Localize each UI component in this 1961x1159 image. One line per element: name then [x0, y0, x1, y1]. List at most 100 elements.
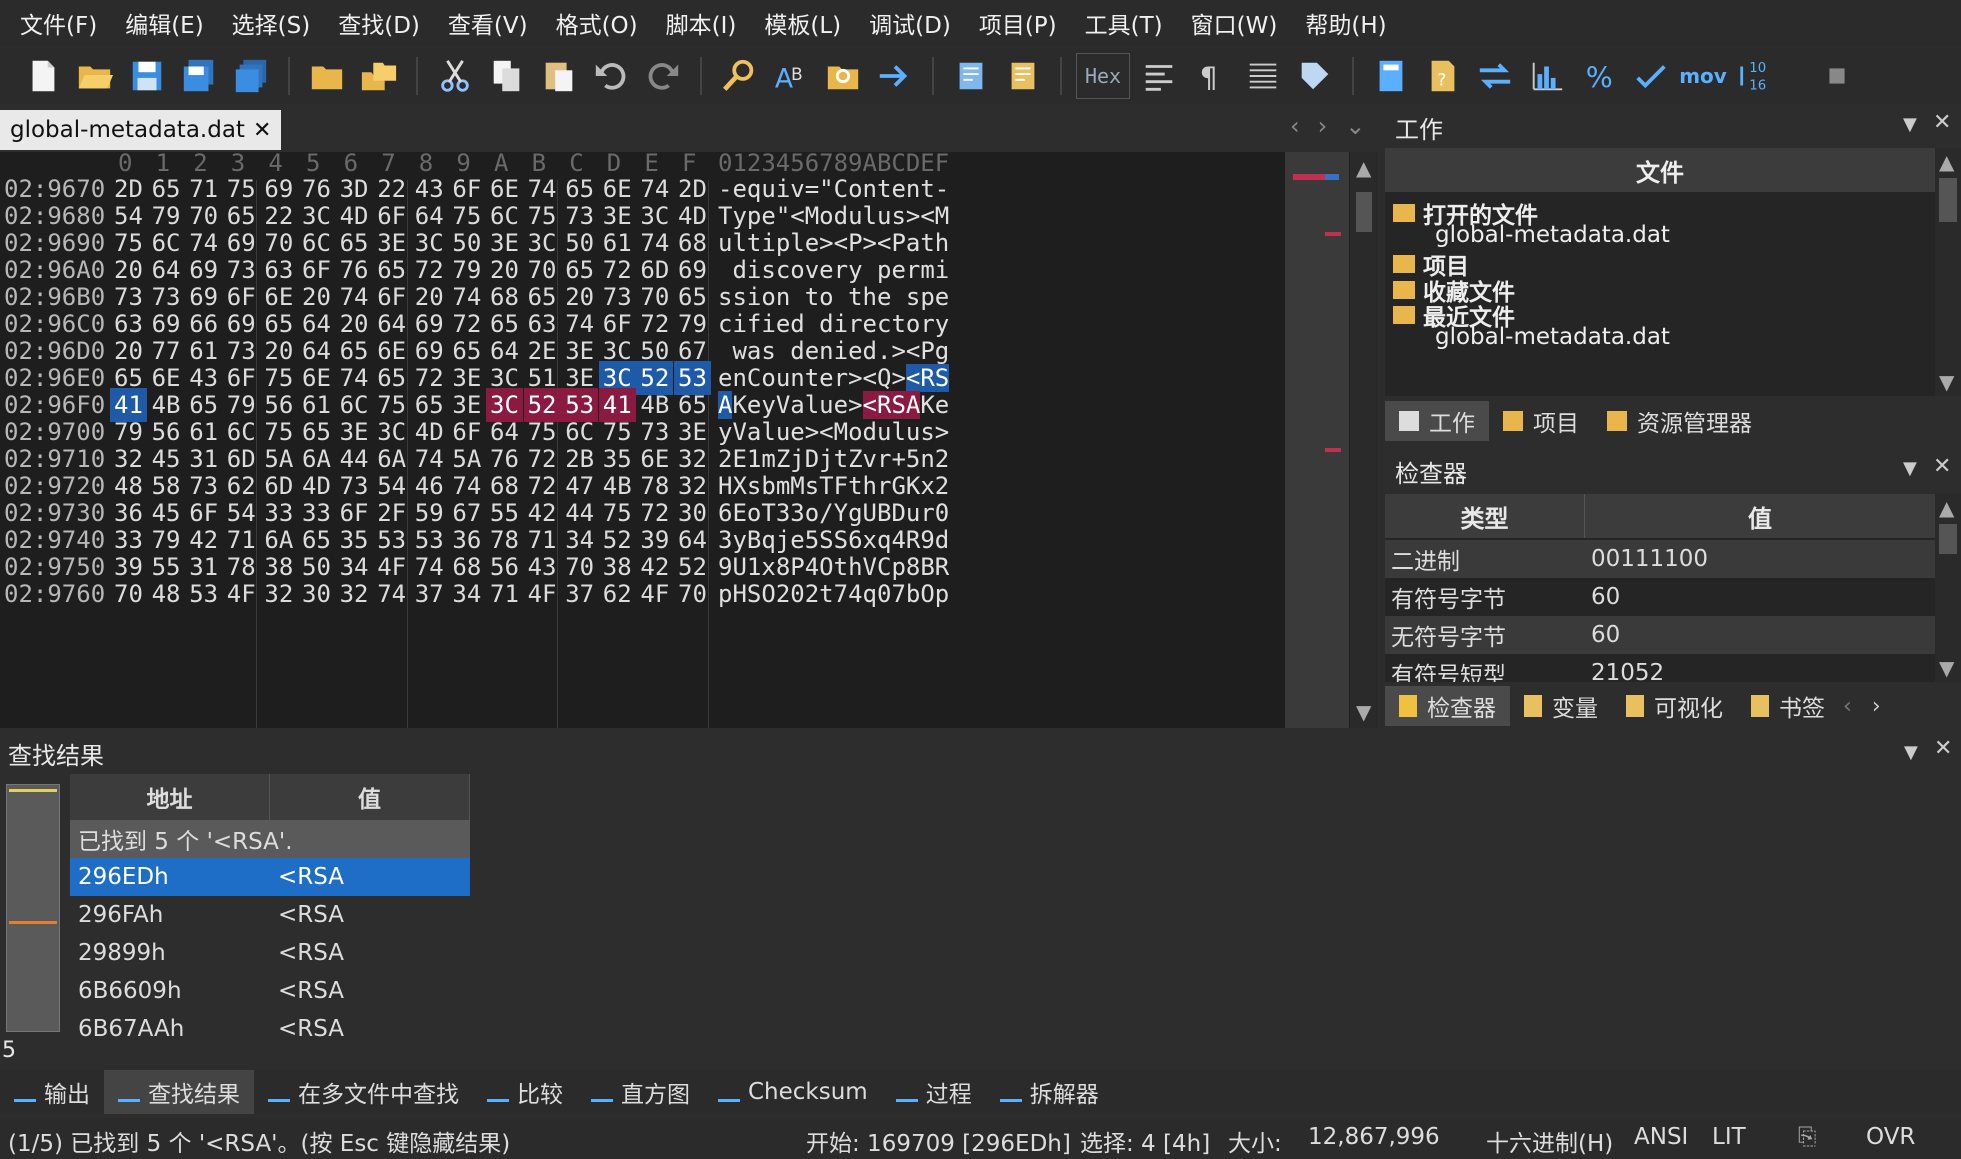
bottom-tab[interactable]: 过程	[882, 1070, 986, 1114]
hex-byte[interactable]: 70	[110, 577, 147, 611]
inspector-tab[interactable]: 检查器	[1385, 686, 1510, 726]
file-panel-scrollbar[interactable]: ▲ ▼	[1935, 148, 1961, 396]
find-close-icon[interactable]: ✕	[1934, 736, 1952, 761]
copy-icon[interactable]	[484, 53, 530, 99]
document-tab[interactable]: global-metadata.dat ✕	[0, 110, 282, 150]
highlight-icon[interactable]	[1292, 53, 1338, 99]
bottom-tab[interactable]: 比较	[473, 1070, 577, 1114]
save-all-icon[interactable]	[228, 53, 274, 99]
open-folder-icon[interactable]	[72, 53, 118, 99]
replace-icon[interactable]: AB	[768, 53, 814, 99]
menu-item[interactable]: 窗口(W)	[1177, 6, 1292, 40]
find-result-row[interactable]: 296FAh <RSA	[70, 896, 470, 934]
inspector-row[interactable]: 无符号字节 60	[1385, 616, 1935, 654]
undo-icon[interactable]	[588, 53, 634, 99]
inspector-scrollbar[interactable]: ▲ ▼	[1935, 494, 1961, 682]
bottom-tab[interactable]: 拆解器	[986, 1070, 1113, 1114]
panel-close-icon[interactable]: ✕	[1933, 110, 1951, 135]
status-mode[interactable]: 十六进制(H)	[1486, 1124, 1613, 1158]
save-icon[interactable]	[124, 53, 170, 99]
goto-arrow-icon[interactable]	[872, 53, 918, 99]
hex-byte[interactable]: 32	[336, 577, 373, 611]
hex-row-ascii[interactable]: pHSO202t74q07bOp	[718, 577, 949, 611]
cut-icon[interactable]	[432, 53, 478, 99]
tab-prev-icon[interactable]: ‹	[1290, 112, 1300, 140]
base-convert-icon[interactable]: 10 16	[1732, 53, 1778, 99]
hex-editor[interactable]: 0 1 2 3 4 5 6 7 8 9 A B C D E F 0123456789ABCDEF 02:9670 2…	[0, 149, 1350, 728]
find-in-files-icon[interactable]	[820, 53, 866, 99]
menu-item[interactable]: 文件(F)	[6, 6, 111, 40]
file-tree-item[interactable]: global-metadata.dat	[1435, 324, 1670, 350]
compare-icon[interactable]: ?	[1420, 53, 1466, 99]
redo-icon[interactable]	[640, 53, 686, 99]
inspector-tab[interactable]: 书签	[1737, 686, 1839, 726]
inspector-row[interactable]: 有符号短型 21052	[1385, 654, 1935, 682]
close-tab-icon[interactable]: ✕	[253, 118, 271, 143]
bottom-tab[interactable]: 输出	[0, 1070, 104, 1114]
pilcrow-icon[interactable]: ¶	[1188, 53, 1234, 99]
hex-mode-button[interactable]: Hex	[1076, 53, 1130, 99]
menu-item[interactable]: 编辑(E)	[111, 6, 217, 40]
inspector-close-icon[interactable]: ✕	[1933, 454, 1951, 479]
save-as-icon[interactable]	[176, 53, 222, 99]
hex-byte[interactable]: 30	[298, 577, 335, 611]
inspector-row[interactable]: 有符号字节 60	[1385, 578, 1935, 616]
tabs-next-icon[interactable]: ›	[1872, 694, 1881, 719]
tabs-prev-icon[interactable]: ‹	[1843, 694, 1852, 719]
histogram-icon[interactable]	[1524, 53, 1570, 99]
format-icon[interactable]	[1136, 53, 1182, 99]
disassembler-icon[interactable]: mov	[1679, 53, 1727, 99]
work-tab[interactable]: 项目	[1489, 401, 1593, 441]
tab-list-icon[interactable]: ⌄	[1345, 112, 1365, 140]
find-result-row[interactable]: 6B67AAh <RSA	[70, 1010, 470, 1048]
columns-icon[interactable]	[1240, 53, 1286, 99]
hex-byte[interactable]: 34	[448, 577, 485, 611]
hex-byte[interactable]: 74	[373, 577, 410, 611]
calculator-icon[interactable]	[1368, 53, 1414, 99]
bottom-tab[interactable]: Checksum	[704, 1070, 882, 1114]
menu-item[interactable]: 项目(P)	[965, 6, 1071, 40]
menu-item[interactable]: 帮助(H)	[1291, 6, 1400, 40]
hex-byte[interactable]: 32	[260, 577, 297, 611]
file-tree-item[interactable]: global-metadata.dat	[1435, 222, 1670, 248]
percent-icon[interactable]: %	[1576, 53, 1622, 99]
hex-byte[interactable]: 62	[599, 577, 636, 611]
hex-byte[interactable]: 53	[185, 577, 222, 611]
workspace-icon[interactable]	[356, 53, 402, 99]
hex-byte[interactable]: 4F	[524, 577, 561, 611]
hex-byte[interactable]: 37	[411, 577, 448, 611]
menu-item[interactable]: 模板(L)	[750, 6, 855, 40]
menu-item[interactable]: 调试(D)	[855, 6, 965, 40]
status-encoding[interactable]: ANSI	[1634, 1124, 1688, 1150]
stop-icon[interactable]	[1814, 53, 1860, 99]
tab-next-icon[interactable]: ›	[1318, 112, 1328, 140]
find-icon[interactable]	[716, 53, 762, 99]
run-script-icon[interactable]	[948, 53, 994, 99]
paste-icon[interactable]	[536, 53, 582, 99]
status-endian[interactable]: LIT	[1712, 1124, 1746, 1150]
inspector-tab[interactable]: 变量	[1510, 686, 1612, 726]
inspector-menu-icon[interactable]: ▼	[1903, 458, 1917, 479]
lock-icon[interactable]: ⎘	[1798, 1124, 1816, 1150]
hex-byte[interactable]: 4F	[223, 577, 260, 611]
menu-item[interactable]: 查看(V)	[434, 6, 542, 40]
checksum-icon[interactable]	[1628, 53, 1674, 99]
work-tab[interactable]: 工作	[1385, 401, 1489, 441]
menu-item[interactable]: 格式(O)	[542, 6, 652, 40]
find-result-row[interactable]: 29899h <RSA	[70, 934, 470, 972]
find-menu-icon[interactable]: ▼	[1904, 742, 1918, 763]
hex-byte[interactable]: 70	[674, 577, 711, 611]
folder-icon[interactable]	[304, 53, 350, 99]
menu-item[interactable]: 查找(D)	[324, 6, 434, 40]
hex-byte[interactable]: 48	[148, 577, 185, 611]
file-minimap[interactable]	[1285, 152, 1349, 728]
inspector-row[interactable]: 二进制 00111100	[1385, 540, 1935, 578]
menu-item[interactable]: 选择(S)	[218, 6, 325, 40]
hex-byte[interactable]: 4F	[636, 577, 673, 611]
work-tab[interactable]: 资源管理器	[1593, 401, 1766, 441]
run-template-icon[interactable]	[1000, 53, 1046, 99]
bottom-tab[interactable]: 查找结果	[104, 1070, 254, 1114]
menu-item[interactable]: 脚本(I)	[652, 6, 751, 40]
status-ovr[interactable]: OVR	[1866, 1124, 1915, 1150]
new-file-icon[interactable]	[20, 53, 66, 99]
